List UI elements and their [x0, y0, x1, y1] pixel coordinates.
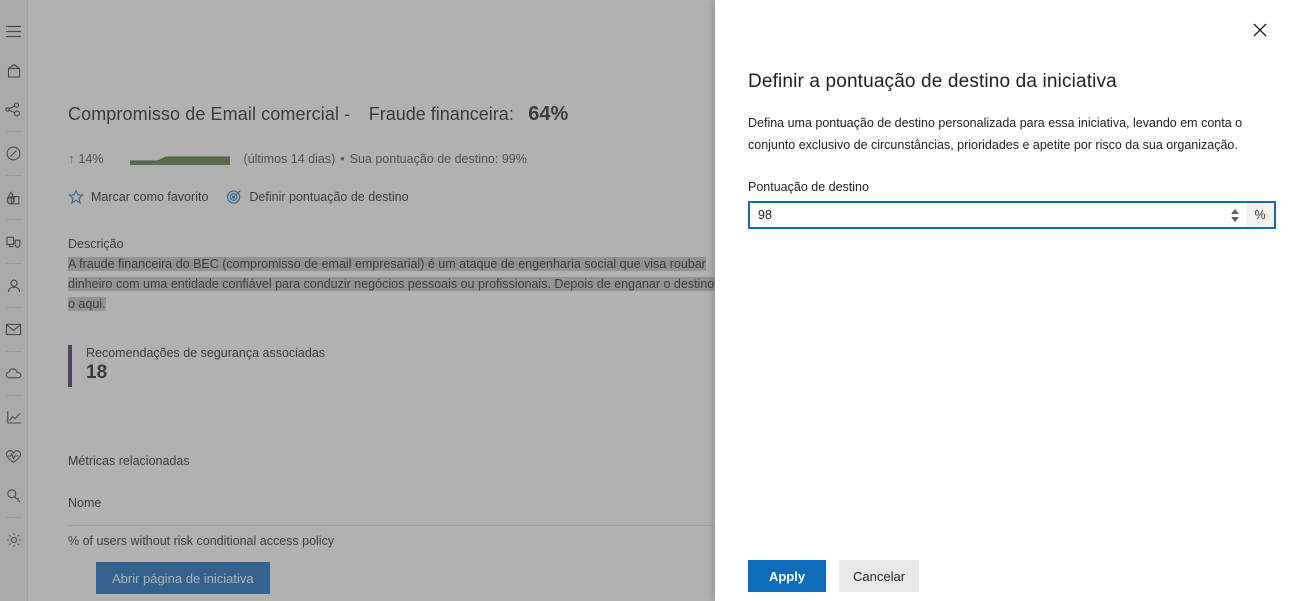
trend-summary: ↑ 14% (últimos 14 dias) • Sua pontuação … — [68, 151, 527, 166]
apply-button[interactable]: Apply — [748, 560, 826, 592]
trend-period-label: (últimos 14 dias) — [243, 151, 336, 166]
set-target-score-button[interactable]: Definir pontuação de destino — [226, 189, 409, 205]
panel-title: Definir a pontuação de destino da inicia… — [748, 70, 1117, 92]
initiative-actions: Marcar como favorito Definir pontuação d… — [68, 189, 427, 205]
target-score-input[interactable] — [750, 203, 1224, 227]
screen-root: Compromisso de Email comercial - Fraude … — [0, 0, 1290, 601]
spinner-stepper[interactable] — [1224, 203, 1246, 227]
description-text: A fraude financeira do BEC (compromisso … — [68, 254, 715, 314]
percent-suffix: % — [1246, 203, 1274, 227]
cloud-apps-icon[interactable] — [0, 354, 28, 393]
settings-icon[interactable] — [0, 520, 28, 559]
home-icon[interactable] — [0, 51, 28, 90]
hamburger-menu-icon[interactable] — [0, 12, 28, 51]
rail-divider — [5, 263, 22, 264]
kpi-label: Recomendações de segurança associadas — [86, 346, 326, 360]
open-initiative-page-button[interactable]: Abrir página de iniciativa — [96, 562, 270, 594]
email-icon[interactable] — [0, 310, 28, 349]
page-title: Compromisso de Email comercial - Fraude … — [68, 103, 568, 126]
close-icon[interactable] — [1244, 14, 1276, 46]
partners-icon[interactable] — [0, 178, 28, 217]
rail-divider — [5, 395, 22, 396]
description-heading: Descrição — [68, 237, 124, 251]
rail-divider — [5, 175, 22, 176]
set-target-score-panel: Definir a pontuação de destino da inicia… — [715, 0, 1290, 601]
target-score-label: Pontuação de destino — [748, 180, 869, 194]
incidents-icon[interactable] — [0, 90, 28, 129]
panel-description: Defina uma pontuação de destino personal… — [748, 115, 1243, 152]
rail-divider — [5, 517, 22, 518]
hunting-icon[interactable] — [0, 134, 28, 173]
favorite-label: Marcar como favorito — [91, 190, 209, 204]
trend-up-arrow-icon: ↑ — [68, 151, 75, 166]
description-line-2: dinheiro com uma entidade confiável para… — [68, 277, 715, 291]
identities-icon[interactable] — [0, 266, 28, 305]
description-line-3: o aqui. — [68, 297, 106, 311]
panel-footer: Apply Cancelar — [748, 560, 920, 592]
rail-divider — [5, 131, 22, 132]
metrics-column-header-name: Nome — [68, 496, 102, 510]
permissions-icon[interactable] — [0, 476, 28, 515]
sparkline-chart — [129, 156, 230, 165]
spinner-up-icon[interactable] — [1231, 208, 1239, 214]
current-target-score-label: Sua pontuação de destino: 99% — [349, 151, 527, 166]
mark-as-favorite-button[interactable]: Marcar como favorito — [68, 189, 208, 205]
initiative-detail-pane: Compromisso de Email comercial - Fraude … — [28, 0, 715, 601]
trend-percentage: 14% — [78, 151, 104, 166]
target-score-field[interactable]: % — [748, 201, 1276, 229]
set-target-label: Definir pontuação de destino — [249, 190, 409, 204]
spinner-down-icon[interactable] — [1231, 216, 1239, 222]
rail-divider — [5, 219, 22, 220]
rail-divider — [5, 307, 22, 308]
health-icon[interactable] — [0, 437, 28, 476]
metrics-header-divider — [68, 525, 715, 526]
left-navigation-rail[interactable] — [0, 0, 28, 601]
initiative-score: 64% — [528, 103, 569, 125]
initiative-name: Compromisso de Email comercial - — [68, 104, 351, 124]
star-icon — [68, 189, 84, 204]
separator-dot: • — [340, 151, 345, 166]
associated-recommendations-card: Recomendações de segurança associadas 18 — [68, 345, 325, 387]
description-line-1: A fraude financeira do BEC (compromisso … — [68, 257, 706, 271]
rail-divider — [5, 351, 22, 352]
target-icon — [227, 190, 242, 204]
kpi-value: 18 — [86, 362, 108, 383]
initiative-subtitle: Fraude financeira: — [368, 104, 514, 124]
cancel-button[interactable]: Cancelar — [839, 560, 920, 592]
assets-icon[interactable] — [0, 222, 28, 261]
table-row[interactable]: % of users without risk conditional acce… — [68, 534, 715, 548]
reports-icon[interactable] — [0, 398, 28, 437]
related-metrics-heading: Métricas relacionadas — [68, 454, 190, 468]
